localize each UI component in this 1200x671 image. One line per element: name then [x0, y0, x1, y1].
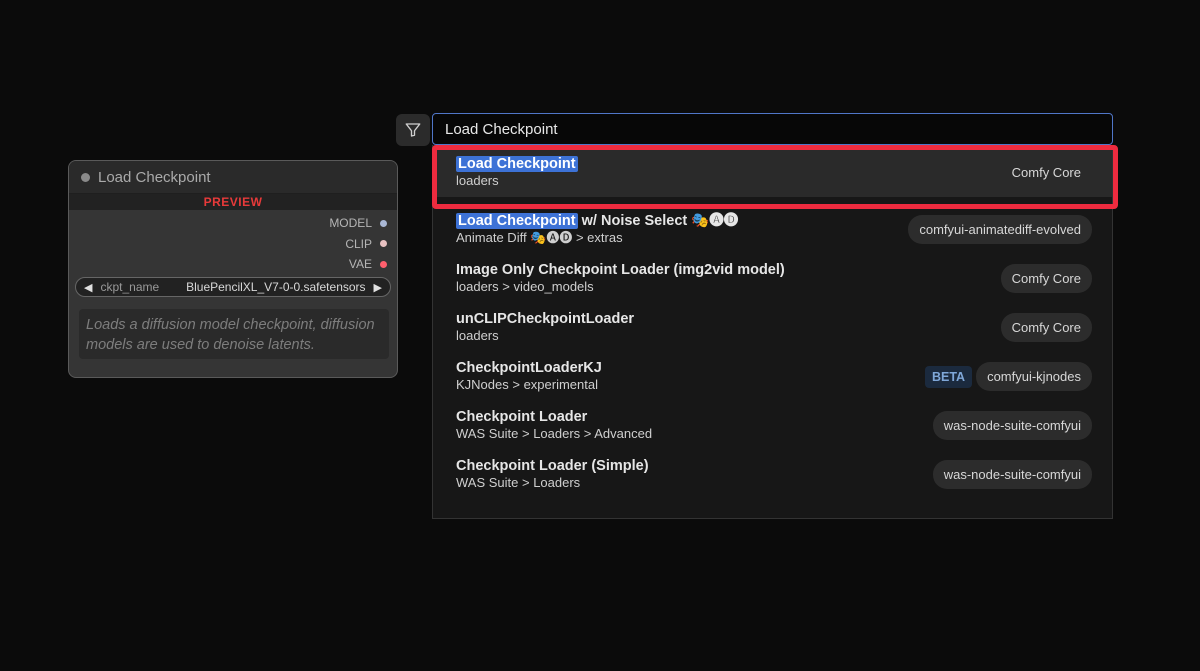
result-tags: Comfy Core: [1000, 264, 1092, 293]
filter-button[interactable]: [396, 114, 430, 146]
result-name: Checkpoint Loader: [456, 409, 933, 426]
result-text: Load Checkpoint w/ Noise Select 🎭🅐🅓 Anima…: [456, 213, 908, 246]
source-badge: Comfy Core: [1011, 165, 1081, 180]
search-result-item[interactable]: Checkpoint Loader WAS Suite > Loaders > A…: [433, 401, 1112, 450]
search-result-item[interactable]: unCLIPCheckpointLoader loaders Comfy Core: [433, 303, 1112, 352]
result-category: loaders: [456, 173, 499, 188]
result-category: loaders: [456, 328, 499, 343]
filter-icon: [405, 123, 421, 137]
widget-label: ckpt_name: [100, 280, 160, 294]
result-category: KJNodes > experimental: [456, 377, 598, 392]
output-clip[interactable]: CLIP: [187, 234, 387, 255]
output-clip-slot[interactable]: [380, 240, 387, 248]
output-clip-label: CLIP: [345, 236, 372, 251]
result-tags: comfyui-animatediff-evolved: [908, 215, 1092, 244]
node-preview-card[interactable]: Load Checkpoint PREVIEW MODEL CLIP VAE ◀…: [68, 160, 398, 378]
result-category: Animate Diff 🎭🅐🅓 > extras: [456, 230, 623, 245]
result-name: Load Checkpoint w/ Noise Select 🎭🅐🅓: [456, 213, 908, 230]
source-badge: Comfy Core: [1000, 264, 1092, 293]
output-vae[interactable]: VAE: [187, 254, 387, 275]
search-input[interactable]: [432, 113, 1113, 145]
result-category: WAS Suite > Loaders: [456, 475, 581, 490]
beta-badge: BETA: [924, 365, 973, 388]
result-name-rest: unCLIPCheckpointLoader: [456, 311, 635, 327]
node-collapse-dot[interactable]: [81, 172, 90, 182]
result-name: Checkpoint Loader (Simple): [456, 458, 933, 475]
result-name-rest: Image Only Checkpoint Loader (img2vid mo…: [456, 262, 785, 278]
result-tags: was-node-suite-comfyui: [932, 460, 1092, 489]
source-badge: comfyui-kjnodes: [976, 362, 1092, 391]
node-title: Load Checkpoint: [98, 168, 211, 186]
widget-value[interactable]: BluePencilXL_V7-0-0.safetensors: [159, 280, 365, 294]
result-name-rest: w/ Noise Select 🎭🅐🅓: [577, 213, 739, 229]
result-text: CheckpointLoaderKJ KJNodes > experimental: [456, 360, 925, 393]
result-name: Load Checkpoint: [456, 156, 1001, 173]
output-model[interactable]: MODEL: [187, 213, 387, 234]
result-text: Image Only Checkpoint Loader (img2vid mo…: [456, 262, 1001, 295]
result-name: CheckpointLoaderKJ: [456, 360, 925, 377]
search-result-item[interactable]: Load Checkpoint loaders Comfy Core: [433, 148, 1112, 197]
result-tags: Comfy Core: [1000, 313, 1092, 342]
source-badge: Comfy Core: [1000, 313, 1092, 342]
source-badge: comfyui-animatediff-evolved: [908, 215, 1092, 244]
node-description: Loads a diffusion model checkpoint, diff…: [79, 309, 389, 359]
output-model-label: MODEL: [329, 216, 372, 231]
result-text: Load Checkpoint loaders: [456, 156, 1001, 189]
search-result-item[interactable]: Load Checkpoint w/ Noise Select 🎭🅐🅓 Anima…: [433, 205, 1112, 254]
result-category: loaders > video_models: [456, 279, 594, 294]
output-vae-label: VAE: [348, 257, 372, 272]
result-name-match: Load Checkpoint: [456, 213, 578, 229]
result-text: Checkpoint Loader WAS Suite > Loaders > A…: [456, 409, 933, 442]
result-category: WAS Suite > Loaders > Advanced: [456, 426, 653, 441]
search-result-item[interactable]: Image Only Checkpoint Loader (img2vid mo…: [433, 254, 1112, 303]
node-outputs: MODEL CLIP VAE: [187, 213, 387, 275]
result-name-rest: CheckpointLoaderKJ: [456, 360, 602, 376]
search-result-item[interactable]: Checkpoint Loader (Simple) WAS Suite > Lo…: [433, 450, 1112, 499]
result-name-rest: Checkpoint Loader (Simple): [456, 458, 649, 474]
result-text: unCLIPCheckpointLoader loaders: [456, 311, 1001, 344]
result-tags: BETA comfyui-kjnodes: [924, 362, 1092, 391]
result-tags: Comfy Core: [1001, 158, 1092, 187]
result-name-rest: Checkpoint Loader: [456, 409, 588, 425]
ckpt-name-widget[interactable]: ◀ ckpt_name BluePencilXL_V7-0-0.safetens…: [75, 277, 391, 297]
result-name: Image Only Checkpoint Loader (img2vid mo…: [456, 262, 1001, 279]
output-vae-slot[interactable]: [380, 260, 387, 268]
output-model-slot[interactable]: [380, 219, 387, 227]
result-name: unCLIPCheckpointLoader: [456, 311, 1001, 328]
result-text: Checkpoint Loader (Simple) WAS Suite > Lo…: [456, 458, 933, 491]
result-tags: was-node-suite-comfyui: [932, 411, 1092, 440]
result-name-match: Load Checkpoint: [456, 156, 578, 172]
prev-arrow-icon[interactable]: ◀: [84, 281, 92, 294]
search-result-item[interactable]: CheckpointLoaderKJ KJNodes > experimental…: [433, 352, 1112, 401]
source-badge: was-node-suite-comfyui: [932, 460, 1092, 489]
search-results-list[interactable]: Load Checkpoint loaders Comfy Core Load Che…: [432, 145, 1113, 519]
node-header[interactable]: Load Checkpoint: [69, 161, 397, 194]
next-arrow-icon[interactable]: ▶: [374, 281, 382, 294]
source-badge: was-node-suite-comfyui: [932, 411, 1092, 440]
preview-label: PREVIEW: [69, 194, 397, 210]
